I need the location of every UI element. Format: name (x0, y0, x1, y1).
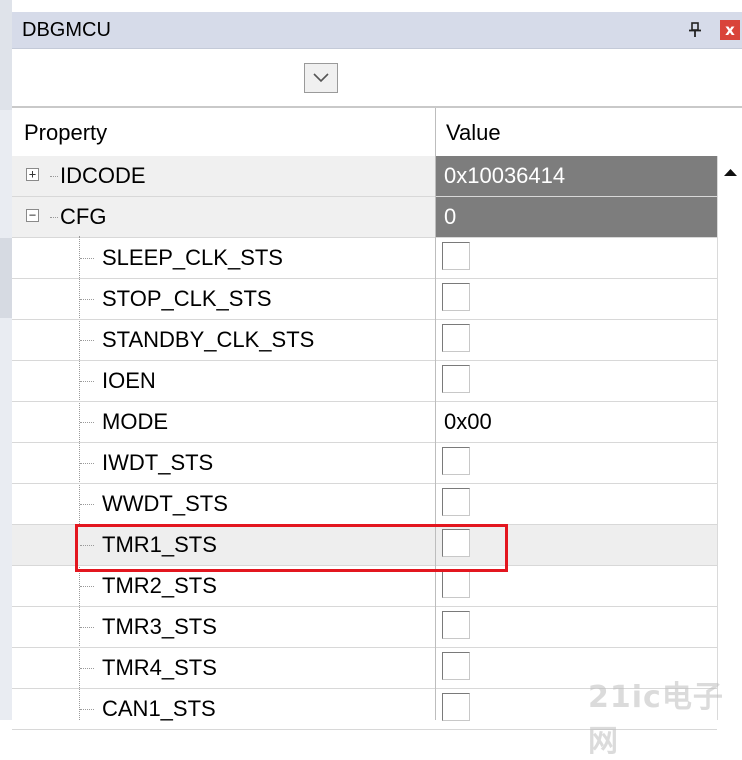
watermark: 21ic电子网 (588, 680, 724, 759)
property-name: TMR2_STS (102, 573, 217, 598)
property-row-cfg[interactable]: − CFG 0 (12, 197, 717, 238)
tree-connector (80, 340, 94, 341)
tree-connector (80, 463, 94, 464)
tree-connector (80, 299, 94, 300)
dropdown-button[interactable] (304, 63, 338, 93)
vertical-scrollbar[interactable] (717, 156, 742, 720)
arrow-up-icon (724, 169, 737, 176)
property-name: IDCODE (60, 163, 146, 188)
property-row-iwdt-sts[interactable]: IWDT_STS (12, 443, 717, 484)
tree-connector (50, 217, 58, 218)
pin-icon[interactable] (686, 21, 704, 39)
property-row-tmr3-sts[interactable]: TMR3_STS (12, 607, 717, 648)
property-value-cell (436, 238, 717, 278)
property-name: STANDBY_CLK_STS (102, 327, 315, 352)
property-row-stop-clk-sts[interactable]: STOP_CLK_STS (12, 279, 717, 320)
property-value-cell (436, 361, 717, 401)
checkbox[interactable] (442, 283, 470, 311)
checkbox[interactable] (442, 488, 470, 516)
tree-connector (80, 545, 94, 546)
property-row-idcode[interactable]: + IDCODE 0x10036414 (12, 156, 717, 197)
property-row-standby-clk-sts[interactable]: STANDBY_CLK_STS (12, 320, 717, 361)
window-title: DBGMCU (22, 19, 111, 41)
checkbox[interactable] (442, 242, 470, 270)
property-name: STOP_CLK_STS (102, 286, 272, 311)
chevron-down-icon (313, 73, 329, 83)
property-value: 0x00 (444, 409, 492, 434)
property-name: SLEEP_CLK_STS (102, 245, 283, 270)
property-value-cell[interactable]: 0x00 (436, 402, 717, 442)
property-value: 0 (444, 204, 457, 229)
property-row-tmr2-sts[interactable]: TMR2_STS (12, 566, 717, 607)
property-value-cell[interactable]: 0x10036414 (436, 156, 717, 196)
property-name: TMR4_STS (102, 655, 217, 680)
close-icon[interactable]: x (720, 20, 740, 40)
grid-header: Property Value (12, 108, 742, 156)
property-value-cell (436, 320, 717, 360)
tree-connector (50, 176, 58, 177)
checkbox[interactable] (442, 324, 470, 352)
property-name: WWDT_STS (102, 491, 228, 516)
tree-connector (80, 709, 94, 710)
property-value-cell (436, 484, 717, 524)
property-name: TMR3_STS (102, 614, 217, 639)
left-edge-panel (0, 0, 12, 720)
tree-connector (80, 381, 94, 382)
column-divider[interactable] (435, 108, 436, 720)
tree-connector (80, 668, 94, 669)
property-name: CAN1_STS (102, 696, 216, 721)
tree-connector (80, 586, 94, 587)
property-name: IOEN (102, 368, 156, 393)
tree-connector (80, 258, 94, 259)
property-value-cell (436, 443, 717, 483)
property-column-header[interactable]: Property (24, 120, 107, 146)
property-name: MODE (102, 409, 168, 434)
collapse-icon[interactable]: − (26, 209, 39, 222)
property-row-ioen[interactable]: IOEN (12, 361, 717, 402)
property-value-cell (436, 607, 717, 647)
property-value-cell[interactable]: 0 (436, 197, 717, 237)
expand-icon[interactable]: + (26, 168, 39, 181)
checkbox[interactable] (442, 529, 470, 557)
checkbox[interactable] (442, 365, 470, 393)
tree-connector (80, 504, 94, 505)
property-row-tmr1-sts[interactable]: TMR1_STS (12, 525, 717, 566)
tree-connector (80, 627, 94, 628)
property-value-cell (436, 525, 717, 565)
scroll-up-button[interactable] (718, 156, 742, 196)
property-value-cell (436, 279, 717, 319)
toolbar (12, 49, 742, 106)
checkbox[interactable] (442, 652, 470, 680)
window-titlebar: DBGMCU x (12, 12, 742, 49)
property-value-cell (436, 566, 717, 606)
property-row-wwdt-sts[interactable]: WWDT_STS (12, 484, 717, 525)
property-name: TMR1_STS (102, 532, 217, 557)
property-name: IWDT_STS (102, 450, 214, 475)
checkbox[interactable] (442, 611, 470, 639)
checkbox[interactable] (442, 693, 470, 721)
tree-connector (80, 422, 94, 423)
property-value: 0x10036414 (444, 163, 566, 188)
checkbox[interactable] (442, 447, 470, 475)
property-row-sleep-clk-sts[interactable]: SLEEP_CLK_STS (12, 238, 717, 279)
checkbox[interactable] (442, 570, 470, 598)
value-column-header[interactable]: Value (446, 120, 501, 146)
property-name: CFG (60, 204, 107, 229)
property-row-mode[interactable]: MODE 0x00 (12, 402, 717, 443)
